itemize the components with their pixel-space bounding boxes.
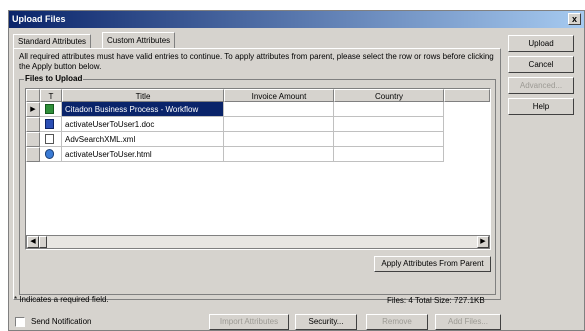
invoice-amount-cell[interactable] xyxy=(224,132,334,147)
table-row[interactable]: AdvSearchXML.xml xyxy=(26,132,490,147)
scroll-right-icon[interactable]: ▶ xyxy=(477,236,489,248)
word-document-icon xyxy=(45,119,54,129)
title-cell[interactable]: activateUserToUser1.doc xyxy=(62,117,224,132)
files-to-upload-group: Files to Upload T Title Invoice Amount C… xyxy=(19,74,496,295)
row-header-corner xyxy=(26,89,40,102)
title-cell[interactable]: activateUserToUser.html xyxy=(62,147,224,162)
row-pointer-icon: ▶ xyxy=(26,102,40,117)
country-cell[interactable] xyxy=(334,117,444,132)
import-attributes-button[interactable]: Import Attributes xyxy=(209,314,289,330)
row-header xyxy=(26,147,40,162)
close-button[interactable]: x xyxy=(568,13,581,25)
column-header-invoice-amount[interactable]: Invoice Amount xyxy=(224,89,334,102)
scroll-left-icon[interactable]: ◀ xyxy=(27,236,39,248)
country-cell[interactable] xyxy=(334,102,444,117)
title-bar: Upload Files x xyxy=(9,11,584,28)
send-notification-checkbox[interactable] xyxy=(15,317,25,327)
files-summary: Files: 4 Total Size: 727.1KB xyxy=(387,296,485,305)
invoice-amount-cell[interactable] xyxy=(224,102,334,117)
row-header xyxy=(26,132,40,147)
remove-button[interactable]: Remove xyxy=(366,314,428,330)
info-text: All required attributes must have valid … xyxy=(19,52,494,71)
apply-attributes-from-parent-button[interactable]: Apply Attributes From Parent xyxy=(374,256,491,272)
column-header-country[interactable]: Country xyxy=(334,89,444,102)
country-cell[interactable] xyxy=(334,147,444,162)
upload-files-dialog: Upload Files x Standard Attributes Custo… xyxy=(8,10,585,331)
help-button[interactable]: Help xyxy=(508,98,574,115)
grid-header: T Title Invoice Amount Country xyxy=(26,89,490,103)
invoice-amount-cell[interactable] xyxy=(224,117,334,132)
security-button[interactable]: Security... xyxy=(295,314,357,330)
advanced-button[interactable]: Advanced... xyxy=(508,77,574,94)
invoice-amount-cell[interactable] xyxy=(224,147,334,162)
tab-standard-attributes[interactable]: Standard Attributes xyxy=(13,34,92,49)
title-cell[interactable]: AdvSearchXML.xml xyxy=(62,132,224,147)
xml-file-icon xyxy=(45,134,54,144)
workflow-icon xyxy=(45,104,54,114)
required-field-note: * Indicates a required field. xyxy=(14,295,109,304)
send-notification-label: Send Notification xyxy=(31,317,92,326)
column-header-type[interactable]: T xyxy=(40,89,62,102)
table-row[interactable]: ▶ Citadon Business Process - Workflow xyxy=(26,102,490,117)
column-header-title[interactable]: Title xyxy=(62,89,224,102)
title-cell[interactable]: Citadon Business Process - Workflow xyxy=(62,102,224,117)
tab-custom-attributes[interactable]: Custom Attributes xyxy=(102,32,176,48)
files-group-label: Files to Upload xyxy=(24,74,84,83)
table-row[interactable]: activateUserToUser1.doc xyxy=(26,117,490,132)
country-cell[interactable] xyxy=(334,132,444,147)
dialog-title: Upload Files xyxy=(12,14,66,24)
custom-attributes-panel: All required attributes must have valid … xyxy=(13,48,501,300)
cancel-button[interactable]: Cancel xyxy=(508,56,574,73)
table-row[interactable]: activateUserToUser.html xyxy=(26,147,490,162)
upload-button[interactable]: Upload xyxy=(508,35,574,52)
horizontal-scrollbar[interactable]: ◀ ▶ xyxy=(26,235,490,249)
scrollbar-thumb[interactable] xyxy=(39,236,47,248)
row-header xyxy=(26,117,40,132)
column-header-extra xyxy=(444,89,490,102)
add-files-button[interactable]: Add Files... xyxy=(435,314,501,330)
files-grid[interactable]: T Title Invoice Amount Country ▶ Citadon… xyxy=(25,88,491,250)
html-file-icon xyxy=(45,149,54,159)
